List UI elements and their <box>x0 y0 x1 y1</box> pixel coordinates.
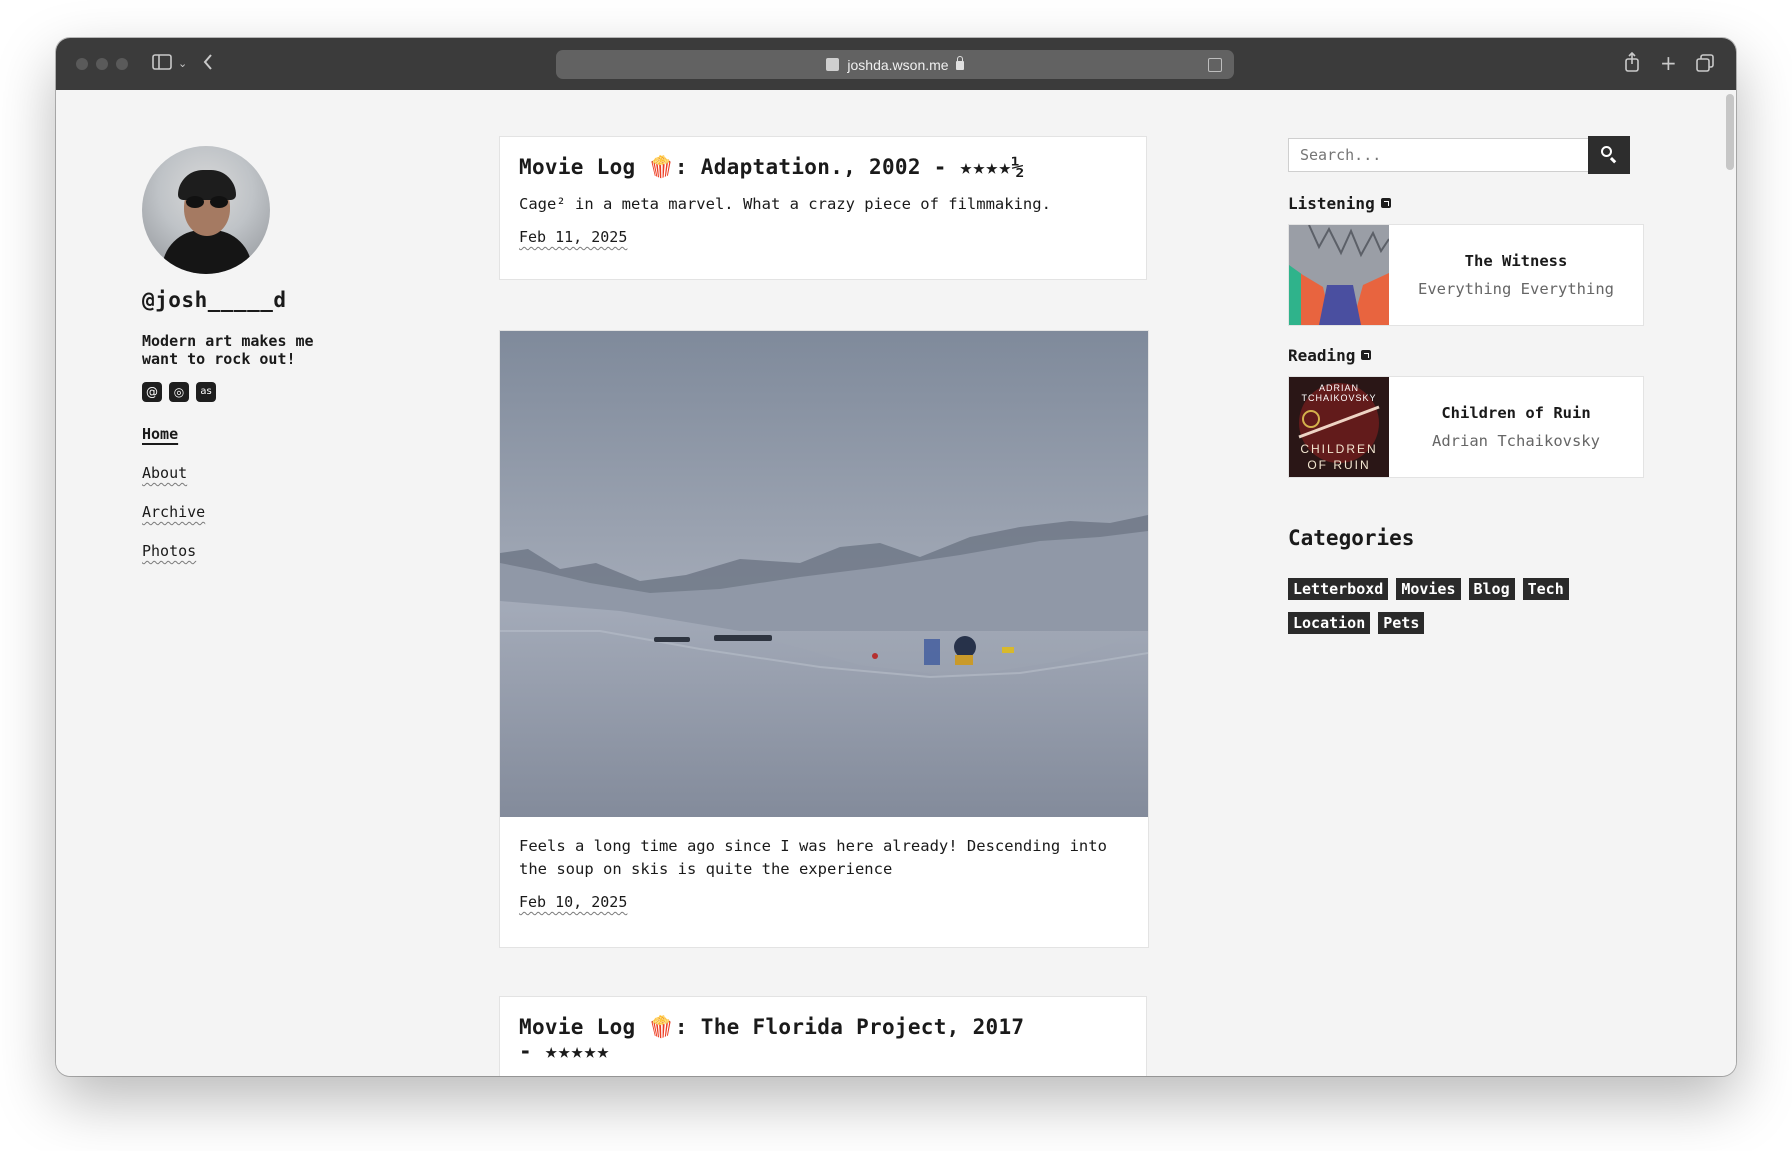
photo-post-text: Feels a long time ago since I was here a… <box>500 817 1148 911</box>
external-link-icon[interactable] <box>1380 198 1391 208</box>
sidebar-toggle-icon[interactable] <box>152 54 172 75</box>
book-cover: ADRIAN TCHAIKOVSKY CHILDREN OF RUIN <box>1289 377 1389 477</box>
address-bar[interactable]: joshda.wson.me <box>556 50 1234 79</box>
category-tag[interactable]: Blog <box>1468 578 1515 600</box>
listening-info: The Witness Everything Everything <box>1389 225 1643 325</box>
post-card: Movie Log 🍿: Adaptation., 2002 - ★★★★½ C… <box>499 136 1147 280</box>
search-button[interactable] <box>1588 136 1630 174</box>
page-content: @josh_____d Modern art makes me want to … <box>56 90 1736 1076</box>
book-cover-title: CHILDREN OF RUIN <box>1300 442 1378 472</box>
post-body: Cage² in a meta marvel. What a crazy pie… <box>519 195 1051 213</box>
post-body: Feels a long time ago since I was here a… <box>519 837 1107 878</box>
post-date-link[interactable]: Feb 10, 2025 <box>519 893 627 911</box>
reading-info: Children of Ruin Adrian Tchaikovsky <box>1389 377 1643 477</box>
search-input[interactable] <box>1288 138 1588 172</box>
scrollbar-thumb[interactable] <box>1726 94 1734 170</box>
category-tag[interactable]: Tech <box>1522 578 1569 600</box>
book-cover-author: ADRIAN TCHAIKOVSKY <box>1301 383 1377 403</box>
nav-home-link[interactable]: Home <box>142 424 205 444</box>
category-tag[interactable]: Location <box>1288 612 1371 634</box>
instagram-icon[interactable]: ◎ <box>169 382 189 402</box>
photo-post-card: Feels a long time ago since I was here a… <box>499 330 1149 948</box>
site-bio: Modern art makes me want to rock out! <box>142 332 314 368</box>
site-handle[interactable]: @josh_____d <box>142 288 287 312</box>
new-tab-icon[interactable]: + <box>1660 53 1677 73</box>
category-tag[interactable]: Movies <box>1396 578 1461 600</box>
album-cover <box>1289 225 1389 325</box>
categories-heading: Categories <box>1288 526 1415 550</box>
post-card: Movie Log 🍿: The Florida Project, 2017 -… <box>499 996 1147 1076</box>
tab-overview-icon[interactable] <box>1696 54 1714 77</box>
snowy-mountain-photo[interactable] <box>500 331 1148 817</box>
reading-card[interactable]: ADRIAN TCHAIKOVSKY CHILDREN OF RUIN Chil… <box>1288 376 1644 478</box>
album-title: The Witness <box>1464 252 1568 270</box>
threads-icon[interactable]: @ <box>142 382 162 402</box>
reading-heading: Reading <box>1288 346 1372 365</box>
post-date-link[interactable]: Feb 11, 2025 <box>519 228 627 246</box>
nav-photos-link[interactable]: Photos <box>142 541 205 561</box>
reading-label: Reading <box>1288 346 1356 365</box>
category-tag[interactable]: Pets <box>1378 612 1425 634</box>
browser-toolbar: ⌄ joshda.wson.me + <box>56 38 1736 90</box>
lock-icon <box>955 56 964 70</box>
close-window-button[interactable] <box>76 58 88 70</box>
social-links: @ ◎ as <box>142 382 216 402</box>
listening-heading: Listening <box>1288 194 1391 213</box>
main-nav: Home About Archive Photos <box>142 424 205 580</box>
reader-mode-icon[interactable] <box>1208 58 1222 72</box>
nav-archive-link[interactable]: Archive <box>142 502 205 522</box>
category-tag[interactable]: Letterboxd <box>1288 578 1389 600</box>
site-favicon <box>826 58 840 71</box>
back-arrow-icon[interactable] <box>202 53 214 76</box>
address-url: joshda.wson.me <box>847 56 949 73</box>
minimize-window-button[interactable] <box>96 58 108 70</box>
listening-card[interactable]: The Witness Everything Everything <box>1288 224 1644 326</box>
book-title: Children of Ruin <box>1441 404 1591 422</box>
album-artist: Everything Everything <box>1418 280 1614 298</box>
search-icon <box>1601 146 1612 157</box>
post-title[interactable]: Movie Log 🍿: The Florida Project, 2017 -… <box>519 1015 1039 1063</box>
book-author: Adrian Tchaikovsky <box>1432 432 1600 450</box>
lastfm-icon[interactable]: as <box>196 382 216 402</box>
category-tags: Letterboxd Movies Blog Tech Location Pet… <box>1288 578 1588 634</box>
post-title[interactable]: Movie Log 🍿: Adaptation., 2002 - ★★★★½ <box>519 155 1127 179</box>
avatar[interactable] <box>142 146 270 274</box>
share-icon[interactable] <box>1624 51 1640 77</box>
zoom-window-button[interactable] <box>116 58 128 70</box>
listening-label: Listening <box>1288 194 1375 213</box>
search-form <box>1288 136 1630 174</box>
external-link-icon[interactable] <box>1361 350 1372 360</box>
chevron-down-icon[interactable]: ⌄ <box>178 54 187 74</box>
browser-window: ⌄ joshda.wson.me + @josh_____d Modern ar… <box>56 38 1736 1076</box>
nav-about-link[interactable]: About <box>142 463 205 483</box>
